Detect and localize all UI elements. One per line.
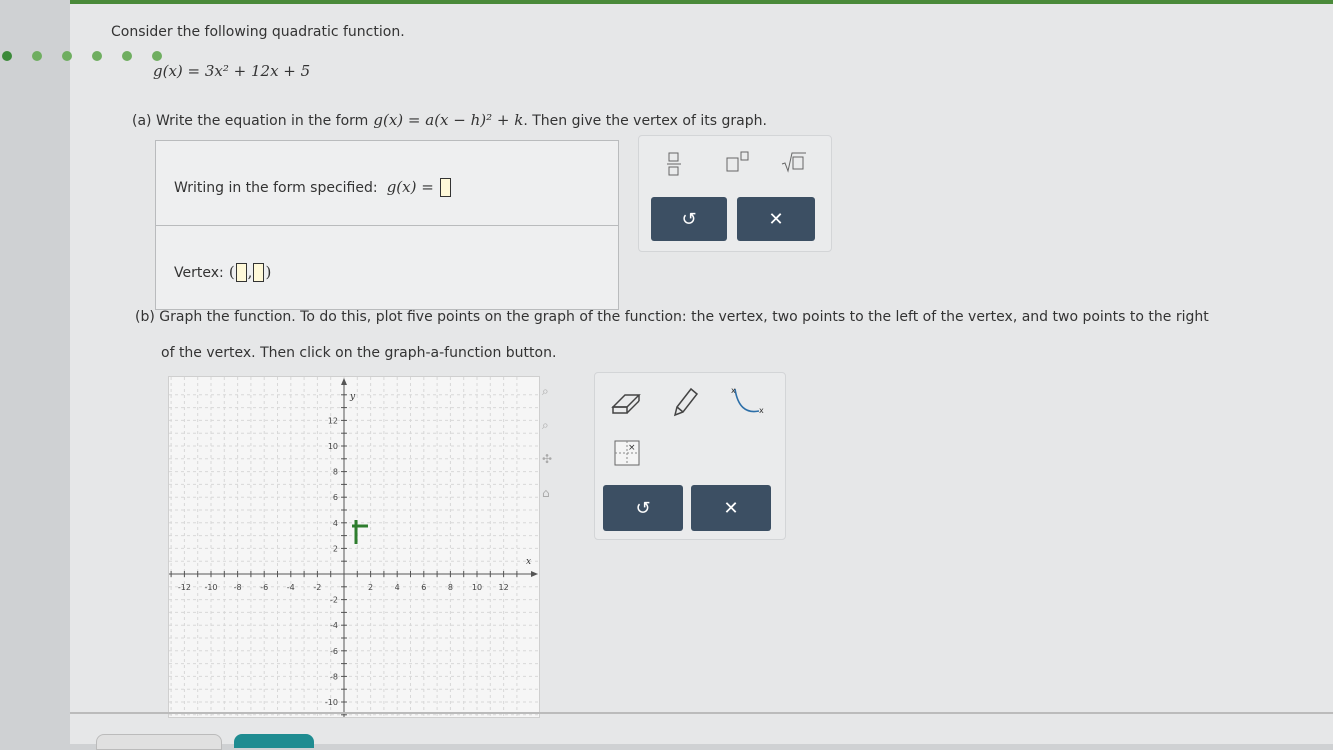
step-dot — [62, 51, 72, 61]
vertex-form-expression: g(x) = a(x − h)² + k — [373, 111, 524, 129]
undo-button[interactable]: ↺ — [651, 197, 727, 241]
graph-undo-button[interactable]: ↺ — [603, 485, 683, 531]
y-tick-label: -4 — [330, 621, 338, 630]
graph-area[interactable]: x y -12 -10 -8 -6 -4 -2 2 4 6 8 10 12 2 4 6 8 10 12 -2 -4 -6 -8… — [168, 376, 540, 718]
fraction-icon — [667, 152, 681, 176]
y-axis-label: y — [349, 392, 356, 402]
step-dot — [92, 51, 102, 61]
vertex-paren-close: ) — [265, 263, 272, 281]
coordinate-plane[interactable]: x y -12 -10 -8 -6 -4 -2 2 4 6 8 10 12 2 4 6 8 10 12 -2 -4 -6 -8… — [169, 377, 539, 717]
undo-icon: ↺ — [681, 208, 697, 230]
x-tick-label: 6 — [421, 583, 426, 592]
step-dot — [2, 51, 12, 61]
vertex-y-input[interactable] — [253, 263, 265, 282]
x-tick-label: 4 — [395, 583, 400, 592]
form-row-math: g(x) = — [386, 178, 434, 196]
y-tick-label: 10 — [328, 442, 338, 451]
clear-icon: ✕ — [723, 497, 739, 519]
graph-function-button[interactable]: × — [613, 439, 641, 467]
x-tick-label: -8 — [234, 583, 242, 592]
parabola-button[interactable]: x x — [725, 385, 765, 419]
cursor-crosshair-icon — [352, 520, 368, 544]
form-row-label: Writing in the form specified: — [174, 180, 378, 196]
x-tick-label: -6 — [260, 583, 268, 592]
x-tick-label: -10 — [204, 583, 217, 592]
vertex-x-input[interactable] — [235, 263, 247, 282]
svg-text:x: x — [759, 406, 764, 415]
x-tick-label: 2 — [368, 583, 373, 592]
pencil-icon — [673, 387, 699, 417]
svg-text:x: x — [731, 386, 736, 395]
graph-toolbar: x x × ↺ ✕ — [594, 372, 786, 540]
y-tick-label: -10 — [325, 698, 338, 707]
part-b-line-2: of the vertex. Then click on the graph-a… — [161, 345, 557, 361]
y-tick-label: 4 — [333, 519, 338, 528]
zoom-out-icon[interactable]: ⌕ — [542, 418, 549, 433]
zoom-in-icon[interactable]: ⌕ — [542, 384, 549, 399]
equation-input[interactable] — [439, 178, 451, 197]
x-tick-label: -2 — [313, 583, 321, 592]
vertex-row-label: Vertex: — [174, 265, 224, 281]
y-tick-label: 8 — [333, 468, 338, 477]
sqrt-button[interactable] — [781, 150, 807, 174]
x-tick-label: -12 — [178, 583, 191, 592]
parabola-icon: x x — [731, 386, 764, 415]
eraser-button[interactable] — [609, 387, 643, 421]
part-a-prompt-end: . Then give the vertex of its graph. — [523, 113, 767, 129]
tick-labels: x y -12 -10 -8 -6 -4 -2 2 4 6 8 10 12 2 4 6 8 10 12 -2 -4 -6 -8… — [178, 392, 531, 707]
sqrt-icon — [781, 152, 806, 173]
x-tick-label: 8 — [448, 583, 453, 592]
x-tick-label: 10 — [472, 583, 482, 592]
bottom-divider — [70, 712, 1333, 714]
undo-icon: ↺ — [635, 497, 651, 519]
clear-button[interactable]: ✕ — [737, 197, 815, 241]
answer-divider — [156, 225, 618, 226]
y-tick-label: 2 — [333, 544, 338, 553]
step-dot — [32, 51, 42, 61]
home-icon[interactable]: ⌂ — [542, 486, 550, 500]
part-a-prompt-start: (a) Write the equation in the form — [132, 113, 369, 129]
y-tick-label: 6 — [333, 493, 338, 502]
clear-icon: ✕ — [768, 208, 784, 230]
math-toolbar: ↺ ✕ — [638, 135, 832, 252]
graph-clear-button[interactable]: ✕ — [691, 485, 771, 531]
y-tick-label: -2 — [330, 596, 338, 605]
fraction-button[interactable] — [667, 150, 681, 178]
answer-box: Writing in the form specified: g(x) = Ve… — [155, 140, 619, 310]
secondary-button[interactable] — [96, 734, 222, 750]
svg-text:×: × — [628, 443, 636, 453]
progress-bar — [70, 0, 1333, 4]
y-tick-label: 12 — [328, 416, 338, 425]
x-tick-label: 12 — [499, 583, 509, 592]
vertex-comma: , — [247, 263, 253, 281]
step-dot — [122, 51, 132, 61]
vertex-paren-open: ( — [228, 263, 235, 281]
x-axis-label: x — [526, 557, 531, 567]
step-dot — [152, 51, 162, 61]
pencil-button[interactable] — [669, 385, 699, 419]
function-expression: g(x) = 3x² + 12x + 5 — [153, 62, 311, 80]
y-tick-label: -6 — [330, 647, 338, 656]
exponent-icon — [726, 151, 749, 172]
part-a-prompt: (a) Write the equation in the form g(x) … — [132, 110, 767, 129]
x-axis-arrow — [531, 571, 538, 577]
exponent-button[interactable] — [725, 150, 751, 174]
y-tick-label: -8 — [330, 672, 338, 681]
intro-text: Consider the following quadratic functio… — [111, 24, 405, 40]
part-b-line-1: (b) Graph the function. To do this, plot… — [135, 309, 1209, 325]
x-tick-label: -4 — [287, 583, 295, 592]
vertex-row: Vertex: (,) — [174, 262, 271, 282]
form-row: Writing in the form specified: g(x) = — [174, 177, 452, 197]
eraser-icon — [611, 394, 641, 414]
graph-function-icon: × — [614, 440, 640, 466]
grid-lines — [169, 377, 539, 717]
y-axis-arrow — [341, 378, 347, 385]
primary-button[interactable] — [234, 734, 314, 748]
pan-icon[interactable]: ✣ — [542, 452, 552, 466]
